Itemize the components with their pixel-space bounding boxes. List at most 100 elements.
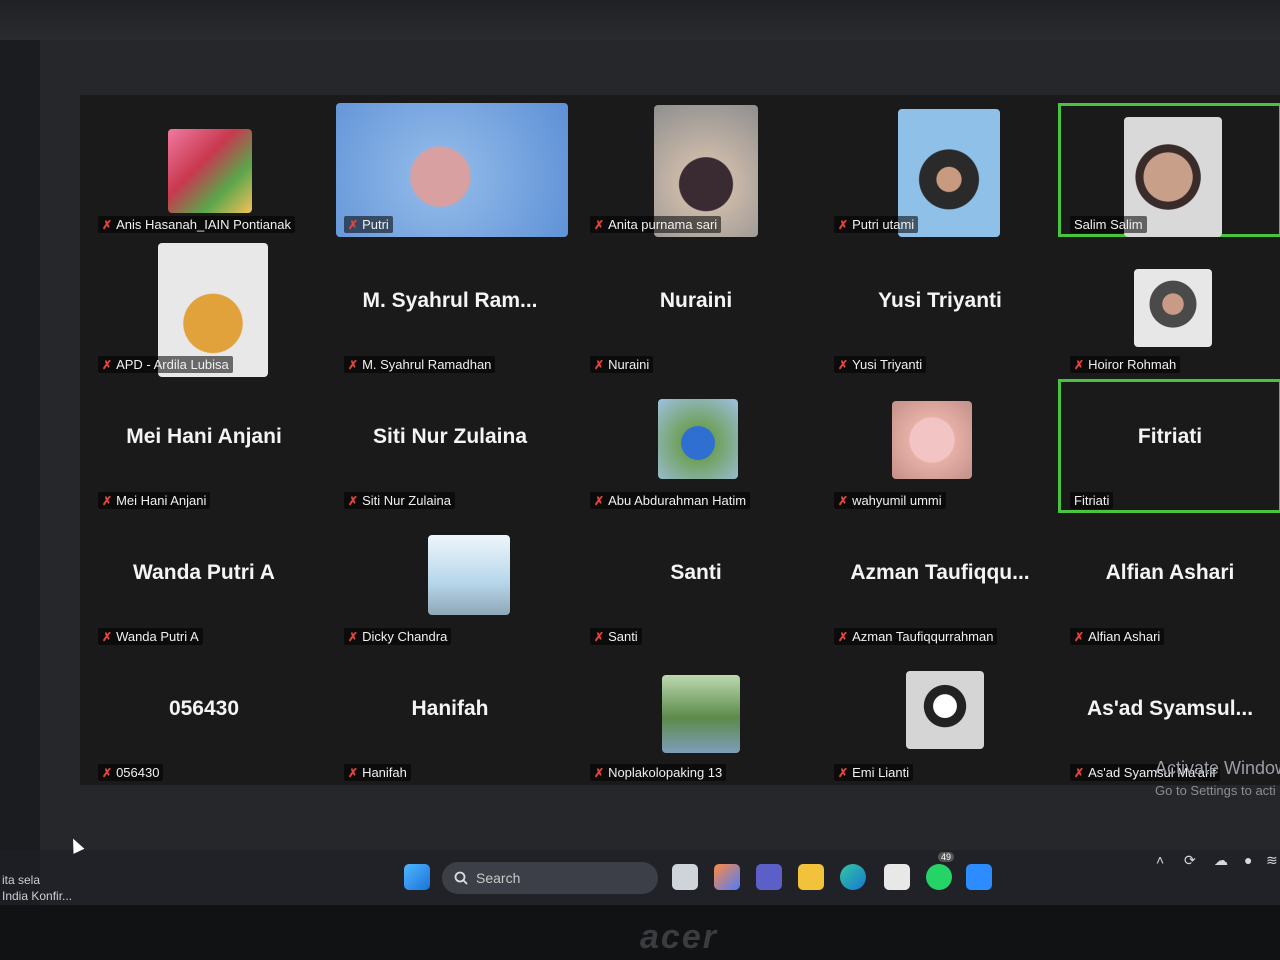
mic-muted-icon: ✗ — [838, 629, 849, 644]
participant-name-label: ✗ Anita purnama sari — [590, 216, 722, 233]
participant-tile[interactable]: ✗ Noplakolopaking 13 — [578, 651, 814, 785]
participant-name-text: Fitriati — [1074, 493, 1110, 508]
participant-name-label: ✗ Noplakolopaking 13 — [590, 764, 727, 781]
activate-windows-subtext: Go to Settings to acti — [1155, 783, 1276, 798]
participant-display-name: As'ad Syamsul... — [1086, 697, 1254, 720]
participant-name-label: ✗ Azman Taufiqqurrahman — [834, 628, 998, 645]
participant-display-name: M. Syahrul Ram... — [362, 289, 538, 312]
monitor-bezel-top — [0, 0, 1280, 40]
copilot-icon[interactable] — [714, 864, 740, 890]
participant-name-label: ✗ 056430 — [98, 764, 164, 781]
mic-muted-icon: ✗ — [838, 765, 849, 780]
participant-name-text: Siti Nur Zulaina — [362, 493, 451, 508]
participant-name-label: ✗ Siti Nur Zulaina — [344, 492, 455, 509]
participant-tile[interactable]: Fitriati Fitriati — [1058, 379, 1280, 513]
participant-tile[interactable]: ✗ APD - Ardila Lubisa — [86, 243, 322, 377]
participant-name-label: Fitriati — [1070, 492, 1114, 509]
participant-tile[interactable]: ✗ wahyumil ummi — [822, 379, 1058, 513]
participant-display-name: Hanifah — [411, 697, 489, 720]
participant-name-label: ✗ Nuraini — [590, 356, 654, 373]
participant-tile[interactable]: Wanda Putri A ✗ Wanda Putri A — [86, 515, 322, 649]
participant-name-label: ✗ M. Syahrul Ramadhan — [344, 356, 496, 373]
participant-name-label: ✗ Wanda Putri A — [98, 628, 203, 645]
mic-muted-icon: ✗ — [838, 217, 849, 232]
mic-muted-icon: ✗ — [348, 493, 359, 508]
participant-tile[interactable]: ✗ Putri utami — [822, 103, 1058, 237]
participant-tile[interactable]: Yusi Triyanti ✗ Yusi Triyanti — [822, 243, 1058, 377]
notification-snippet[interactable]: ita sela India Konfir... — [2, 872, 72, 904]
activate-windows-text: Activate Window — [1155, 758, 1280, 778]
file-explorer-icon[interactable] — [798, 864, 824, 890]
participant-tile[interactable]: Mei Hani Anjani ✗ Mei Hani Anjani — [86, 379, 322, 513]
participant-name-label: ✗ Abu Abdurahman Hatim — [590, 492, 751, 509]
participant-name-text: APD - Ardila Lubisa — [116, 357, 229, 372]
store-icon[interactable] — [884, 864, 910, 890]
participant-name-text: Wanda Putri A — [116, 629, 199, 644]
participant-video — [1134, 269, 1212, 347]
participant-name-text: Anita purnama sari — [608, 217, 718, 232]
whatsapp-icon[interactable] — [926, 864, 952, 890]
participant-tile[interactable]: ✗ Anis Hasanah_IAIN Pontianak — [86, 103, 322, 237]
participant-name-text: Putri — [362, 217, 389, 232]
participant-display-name: Nuraini — [659, 289, 733, 312]
participant-name-label: ✗ Putri utami — [834, 216, 919, 233]
participant-name-text: Hanifah — [362, 765, 407, 780]
task-view-icon[interactable] — [672, 864, 698, 890]
participant-tile[interactable]: ✗ Dicky Chandra — [332, 515, 568, 649]
participant-name-text: Anis Hasanah_IAIN Pontianak — [116, 217, 291, 232]
tray-wifi-icon[interactable]: ≋ — [1266, 852, 1278, 869]
participant-tile[interactable]: ✗ Abu Abdurahman Hatim — [578, 379, 814, 513]
participant-tile[interactable]: Hanifah ✗ Hanifah — [332, 651, 568, 785]
participant-tile[interactable]: M. Syahrul Ram... ✗ M. Syahrul Ramadhan — [332, 243, 568, 377]
participant-tile[interactable]: ✗ Anita purnama sari — [578, 103, 814, 237]
windows-start-icon[interactable] — [404, 864, 430, 890]
participant-name-text: Nuraini — [608, 357, 650, 372]
participant-video — [168, 129, 252, 213]
teams-icon[interactable] — [756, 864, 782, 890]
participant-tile[interactable]: Azman Taufiqqu... ✗ Azman Taufiqqurrahman — [822, 515, 1058, 649]
tray-sync-icon[interactable]: ⟳ — [1184, 852, 1196, 869]
participant-tile[interactable]: Siti Nur Zulaina ✗ Siti Nur Zulaina — [332, 379, 568, 513]
participant-name-label: ✗ Yusi Triyanti — [834, 356, 927, 373]
edge-icon[interactable] — [840, 864, 866, 890]
mic-muted-icon: ✗ — [838, 357, 849, 372]
participant-tile[interactable]: ✗ Hoiror Rohmah — [1058, 243, 1280, 377]
participant-tile[interactable]: Nuraini ✗ Nuraini — [578, 243, 814, 377]
mic-muted-icon: ✗ — [1074, 765, 1085, 780]
participant-name-label: ✗ Alfian Ashari — [1070, 628, 1165, 645]
participant-tile[interactable]: Alfian Ashari ✗ Alfian Ashari — [1058, 515, 1280, 649]
tray-mic-icon[interactable]: ● — [1244, 852, 1252, 868]
participant-video — [428, 535, 510, 615]
mic-muted-icon: ✗ — [348, 629, 359, 644]
participant-name-text: Azman Taufiqqurrahman — [852, 629, 994, 644]
participant-name-text: Hoiror Rohmah — [1088, 357, 1177, 372]
participant-name-label: ✗ Putri — [344, 216, 393, 233]
participant-tile[interactable]: 056430 ✗ 056430 — [86, 651, 322, 785]
participant-display-name: Wanda Putri A — [133, 561, 275, 584]
participant-video — [906, 671, 984, 749]
participant-tile[interactable]: Salim Salim — [1058, 103, 1280, 237]
mic-muted-icon: ✗ — [102, 357, 113, 372]
participant-tile[interactable]: ✗ Emi Lianti — [822, 651, 1058, 785]
search-icon — [454, 871, 468, 885]
whatsapp-badge: 49 — [938, 852, 955, 862]
participant-tile[interactable]: Santi ✗ Santi — [578, 515, 814, 649]
mic-muted-icon: ✗ — [594, 765, 605, 780]
participant-video — [892, 401, 972, 479]
participant-name-label: ✗ Mei Hani Anjani — [98, 492, 211, 509]
tray-onedrive-icon[interactable]: ☁ — [1214, 852, 1228, 869]
participant-name-label: ✗ Santi — [590, 628, 642, 645]
mic-muted-icon: ✗ — [102, 217, 113, 232]
mic-muted-icon: ✗ — [348, 217, 359, 232]
mic-muted-icon: ✗ — [348, 765, 359, 780]
participant-tile[interactable]: ✗ Putri — [332, 103, 568, 237]
taskbar-search[interactable]: Search — [442, 862, 658, 894]
mic-muted-icon: ✗ — [102, 493, 113, 508]
tray-chevron-icon[interactable]: ˄ — [1156, 852, 1164, 868]
mic-muted-icon: ✗ — [1074, 357, 1085, 372]
search-label: Search — [476, 870, 521, 886]
zoom-icon[interactable] — [966, 864, 992, 890]
meeting-gallery: ✗ Anis Hasanah_IAIN Pontianak ✗ Putri ✗ Anita… — [80, 95, 1280, 785]
mic-muted-icon: ✗ — [594, 357, 605, 372]
mic-muted-icon: ✗ — [838, 493, 849, 508]
